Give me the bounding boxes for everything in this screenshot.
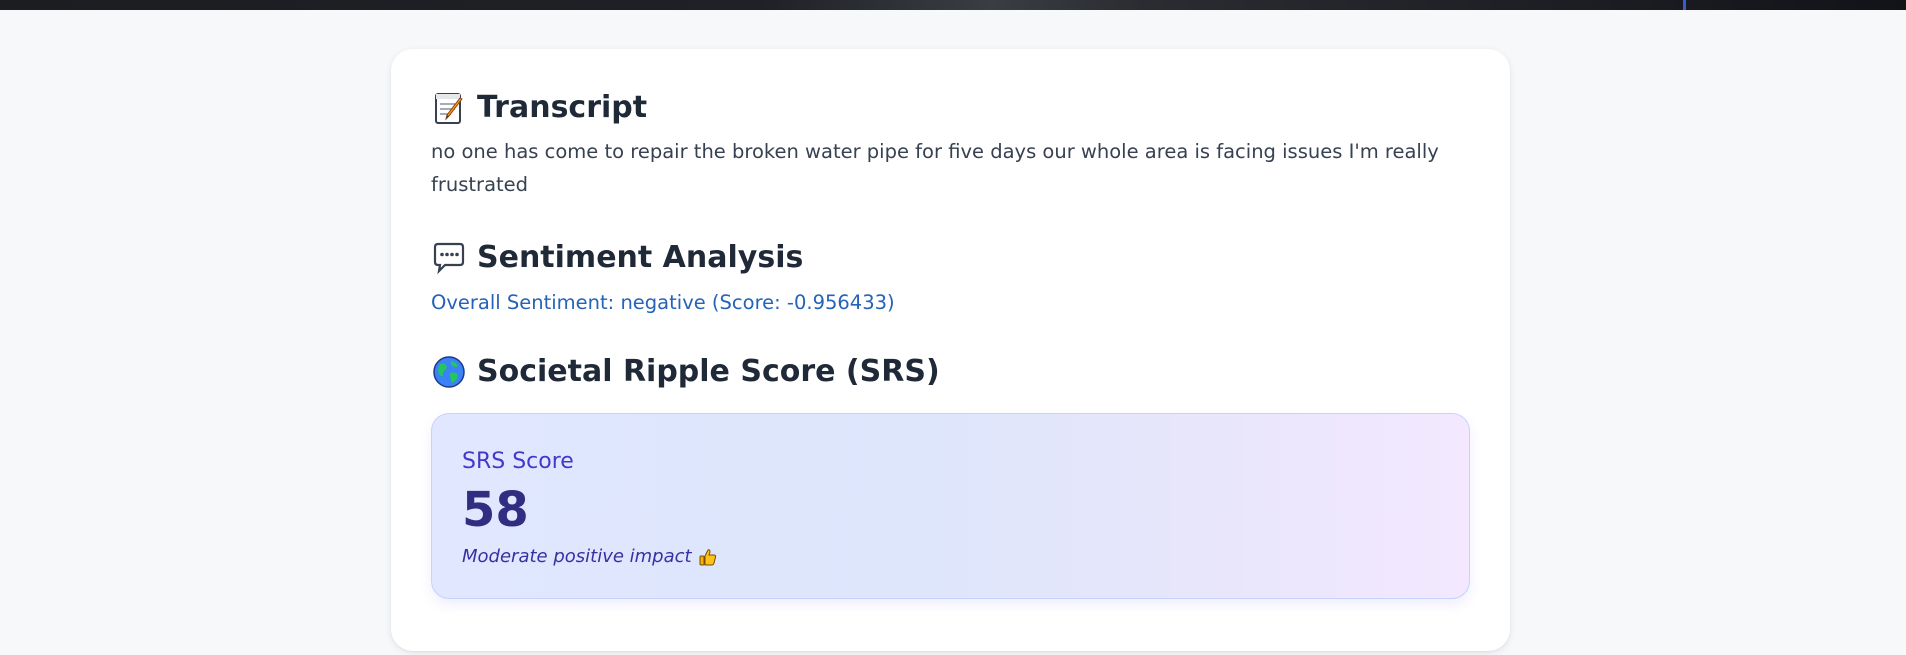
transcript-text: no one has come to repair the broken wat… xyxy=(431,140,1439,196)
sentiment-title: Sentiment Analysis xyxy=(477,240,804,275)
srs-impact-row: Moderate positive impact xyxy=(462,544,1439,570)
srs-score-label: SRS Score xyxy=(462,449,574,474)
srs-score-value: 58 xyxy=(462,482,529,538)
srs-score-panel: SRS Score 58 Moderate positive impact xyxy=(431,413,1470,599)
transcript-heading: Transcript xyxy=(431,89,1470,127)
memo-icon xyxy=(431,90,467,126)
overall-sentiment-text: Overall Sentiment: negative (Score: -0.9… xyxy=(431,291,895,314)
sentiment-heading: Sentiment Analysis xyxy=(431,239,1470,277)
srs-heading: Societal Ripple Score (SRS) xyxy=(431,353,1470,391)
results-card: Transcript no one has come to repair the… xyxy=(391,49,1510,651)
srs-title: Societal Ripple Score (SRS) xyxy=(477,354,940,389)
thumbs-up-icon xyxy=(698,547,718,567)
srs-impact-text: Moderate positive impact xyxy=(462,546,692,567)
window-top-bar xyxy=(0,0,1906,10)
globe-icon xyxy=(431,354,467,390)
transcript-title: Transcript xyxy=(477,90,648,125)
top-bar-accent xyxy=(1683,0,1686,10)
speech-bubble-icon xyxy=(431,240,467,276)
